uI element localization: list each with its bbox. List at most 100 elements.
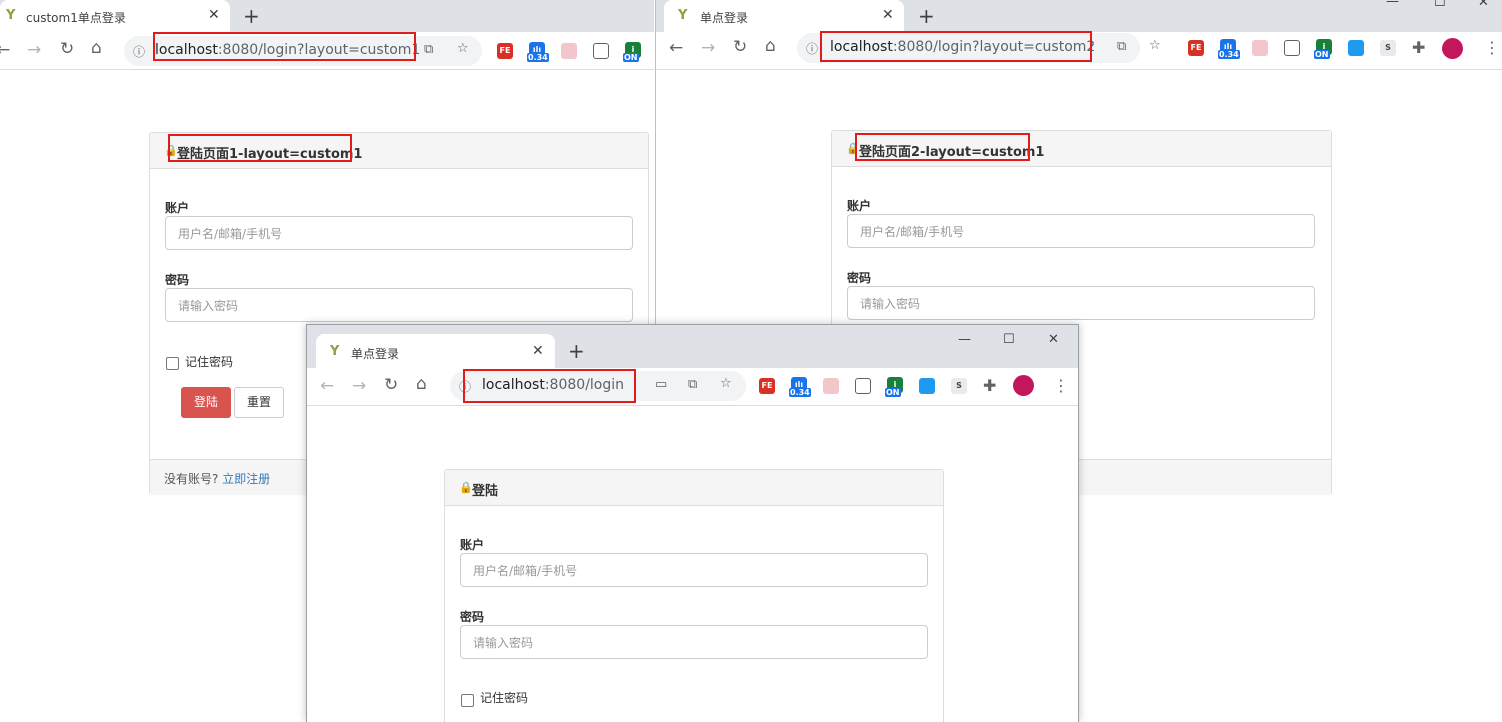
back-icon[interactable]: ←	[320, 377, 334, 395]
forward-icon[interactable]: →	[27, 41, 41, 59]
register-link[interactable]: 立即注册	[222, 472, 270, 486]
tab-strip: Y 单点登录 ✕ + — ☐ ✕	[656, 0, 1502, 32]
url-text[interactable]: localhost:8080/login?layout=custom2	[830, 39, 1095, 55]
remember-checkbox[interactable]	[461, 694, 474, 707]
panel-title: 登陆	[472, 484, 499, 499]
forward-icon[interactable]: →	[352, 377, 366, 395]
reload-icon[interactable]: ↻	[384, 376, 398, 394]
folder-extension-icon[interactable]	[919, 378, 935, 394]
info-icon: ⓘ	[459, 380, 472, 394]
account-label: 账户	[460, 538, 485, 552]
bookmark-star-icon[interactable]: ☆	[1149, 38, 1161, 53]
counter-extension-icon[interactable]: ılı 0.34	[1218, 39, 1240, 59]
account-label: 账户	[165, 201, 190, 215]
remember-checkbox[interactable]	[166, 357, 179, 370]
close-window-icon[interactable]: ✕	[1478, 0, 1489, 10]
lock-icon: 🔒	[164, 144, 178, 157]
account-input[interactable]: 用户名/邮箱/手机号	[460, 553, 928, 587]
bookmark-star-icon[interactable]: ☆	[457, 41, 469, 56]
minimize-icon[interactable]: —	[958, 332, 971, 347]
back-icon[interactable]: ←	[0, 41, 10, 59]
fe-extension-icon[interactable]: FE	[497, 43, 513, 59]
counter-extension-icon[interactable]: ılı 0.34	[789, 377, 811, 397]
bookmark-star-icon[interactable]: ☆	[720, 376, 732, 391]
forward-icon[interactable]: →	[701, 39, 715, 57]
close-tab-icon[interactable]: ✕	[208, 7, 220, 23]
window-extension-icon[interactable]	[593, 43, 609, 59]
new-tab-icon[interactable]: +	[243, 6, 260, 26]
login-button[interactable]: 登陆	[181, 387, 231, 418]
reload-icon[interactable]: ↻	[733, 38, 747, 56]
translate-icon[interactable]: ⧉	[424, 42, 433, 57]
translate-icon[interactable]: ⧉	[688, 377, 697, 392]
folder-extension-icon[interactable]	[1348, 40, 1364, 56]
counter-extension-icon[interactable]: ılı 0.34	[527, 42, 549, 62]
profile-avatar[interactable]	[1013, 375, 1034, 396]
toolbar: ← → ↻ ⌂ ⓘ localhost:8080/login?layout=cu…	[0, 32, 654, 70]
close-window-icon[interactable]: ✕	[1048, 332, 1059, 347]
password-input[interactable]: 请输入密码	[847, 286, 1315, 320]
close-tab-icon[interactable]: ✕	[882, 7, 894, 23]
maximize-icon[interactable]: ☐	[1003, 332, 1015, 347]
back-icon[interactable]: ←	[669, 39, 683, 57]
fe-extension-icon[interactable]: FE	[759, 378, 775, 394]
screenshot-extension-icon[interactable]	[1252, 40, 1268, 56]
translate-icon[interactable]: ⧉	[1117, 39, 1126, 54]
s-extension-icon[interactable]: S	[951, 378, 967, 394]
on-extension-icon[interactable]: i ON	[885, 377, 903, 397]
home-icon[interactable]: ⌂	[416, 375, 427, 393]
tab-strip: Y custom1单点登录 ✕ +	[0, 0, 654, 32]
footer-text: 没有账号? 立即注册	[164, 472, 271, 486]
on-extension-icon[interactable]: i ON	[1314, 39, 1332, 59]
password-label: 密码	[847, 271, 872, 285]
close-tab-icon[interactable]: ✕	[532, 343, 544, 359]
tab-title: 单点登录	[700, 11, 749, 25]
home-icon[interactable]: ⌂	[91, 39, 102, 57]
address-bar[interactable]: ⓘ localhost:8080/login?layout=custom2 ⧉	[797, 33, 1140, 63]
new-tab-icon[interactable]: +	[568, 341, 585, 361]
minimize-icon[interactable]: —	[1386, 0, 1399, 9]
tab-sso[interactable]: Y 单点登录 ✕	[664, 0, 904, 32]
yong-favicon-icon: Y	[678, 8, 688, 23]
info-icon: ⓘ	[133, 45, 146, 59]
lock-icon: 🔒	[846, 142, 860, 155]
panel-title: 登陆页面1-layout=custom1	[177, 147, 363, 162]
window-extension-icon[interactable]	[1284, 40, 1300, 56]
menu-icon[interactable]: ⋮	[1484, 38, 1500, 57]
tab-sso[interactable]: Y 单点登录 ✕	[316, 334, 555, 368]
browser-window-default: Y 单点登录 ✕ + — ☐ ✕ ← → ↻ ⌂ ⓘ localhost:808…	[306, 324, 1079, 722]
fe-extension-icon[interactable]: FE	[1188, 40, 1204, 56]
reload-icon[interactable]: ↻	[60, 40, 74, 58]
password-label: 密码	[460, 610, 485, 624]
tab-title: custom1单点登录	[26, 11, 126, 25]
remember-label: 记住密码	[185, 355, 234, 369]
reset-button[interactable]: 重置	[234, 387, 284, 418]
url-text[interactable]: localhost:8080/login?layout=custom1	[155, 42, 420, 58]
account-input[interactable]: 用户名/邮箱/手机号	[165, 216, 633, 250]
yong-favicon-icon: Y	[330, 344, 340, 359]
new-tab-icon[interactable]: +	[918, 6, 935, 26]
profile-avatar[interactable]	[1442, 38, 1463, 59]
on-extension-icon[interactable]: i ON	[623, 42, 641, 62]
screenshot-extension-icon[interactable]	[823, 378, 839, 394]
panel-title: 登陆页面2-layout=custom1	[859, 145, 1045, 160]
cast-icon[interactable]: ▭	[655, 377, 667, 392]
home-icon[interactable]: ⌂	[765, 37, 776, 55]
url-text[interactable]: localhost:8080/login	[482, 377, 624, 393]
window-extension-icon[interactable]	[855, 378, 871, 394]
panel-heading: 🔒 登陆	[445, 470, 943, 506]
panel-heading: 🔒 登陆页面2-layout=custom1	[832, 131, 1331, 167]
address-bar[interactable]: ⓘ localhost:8080/login?layout=custom1 ⧉ …	[124, 36, 482, 66]
maximize-icon[interactable]: ☐	[1434, 0, 1446, 10]
s-extension-icon[interactable]: S	[1380, 40, 1396, 56]
account-input[interactable]: 用户名/邮箱/手机号	[847, 214, 1315, 248]
toolbar: ← → ↻ ⌂ ⓘ localhost:8080/login ▭ ⧉ ☆ FE …	[307, 368, 1078, 406]
extensions-puzzle-icon[interactable]: ✚	[983, 376, 996, 395]
extensions-puzzle-icon[interactable]: ✚	[1412, 38, 1425, 57]
password-input[interactable]: 请输入密码	[460, 625, 928, 659]
screenshot-extension-icon[interactable]	[561, 43, 577, 59]
menu-icon[interactable]: ⋮	[1053, 376, 1069, 395]
password-input[interactable]: 请输入密码	[165, 288, 633, 322]
tab-custom1[interactable]: Y custom1单点登录 ✕	[0, 0, 230, 32]
address-bar[interactable]: ⓘ localhost:8080/login ▭ ⧉ ☆	[450, 371, 746, 401]
